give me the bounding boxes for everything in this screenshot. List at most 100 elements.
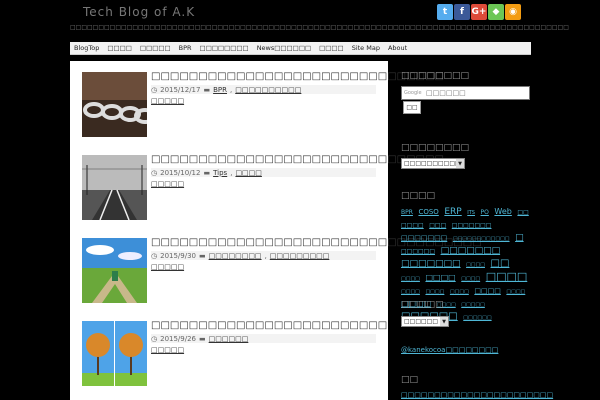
post-title[interactable]: □□□□□□□□□□□□□□□□□□□□□□□□□ [151,320,387,331]
category-heading: □□□□□ [401,300,444,310]
twitter-icon[interactable]: t [437,4,453,20]
post-thumbnail[interactable] [82,238,147,303]
nav-item-archive[interactable]: □□□□□□□□ [196,44,253,52]
social-links: t f G+ ◆ ◉ [437,4,521,20]
nav-item-news[interactable]: News□□□□□□ [253,44,315,52]
post-meta: ◷ 2015/10/12 ▬ Tips, □□□□ [151,168,376,177]
post-list: □□□□□□□□□□□□□□□□□□□□□□□□□□□□□□□ ◷ 2015/12/… [70,61,482,400]
google-logo: Google [404,90,422,96]
tag-link[interactable]: □□□□ [425,273,455,282]
search-heading: □□□□□□□□ [401,71,470,81]
tag-link[interactable]: □□ [491,258,510,269]
tag-link[interactable]: □□□□ [401,222,424,229]
tag-link[interactable]: □□□□□□ [401,248,435,255]
post-entry: □□□□□□□□□□□□□□□□□□□□□□□□□□□□□□□□□□□ ◷ 2015… [82,237,482,304]
post-entry: □□□□□□□□□□□□□□□□□□□□□□□□□ ◷ 2015/9/26 ▬ □□□□… [82,320,387,387]
post-category-link[interactable]: □□□□□□ [209,335,249,343]
tag-link[interactable]: □□ [517,209,528,216]
folder-icon: ▬ [199,251,206,260]
tag-link[interactable]: ERP [444,207,461,217]
rss-icon[interactable]: ◉ [505,4,521,20]
tag-link[interactable]: □□□□ [425,289,444,295]
tag-link[interactable]: □□□□□□□ [401,259,461,269]
tag-link[interactable]: □□□ [429,222,446,229]
post-category-link[interactable]: □□□□□□□□ [209,252,262,260]
post-date: 2015/9/26 [160,334,197,343]
category-select[interactable]: □□□□□□ ▼ [401,316,449,327]
clock-icon: ◷ [151,334,158,343]
last-heading: □□ [401,375,419,385]
folder-icon: ▬ [203,85,211,94]
googleplus-icon[interactable]: G+ [471,4,487,20]
post-category-link[interactable]: Tips [213,169,227,177]
clock-icon: ◷ [151,168,158,177]
post-category-link[interactable]: □□□□ [235,169,261,177]
tag-link[interactable]: □□□□ [486,270,528,283]
nav-item-about[interactable]: About [384,44,411,52]
post-date: 2015/9/30 [160,251,197,260]
twitter-profile-link[interactable]: @kanekocoa□□□□□□□□ [401,346,498,354]
post-category-link[interactable]: □□□□□□□□□ [270,252,330,260]
tag-link[interactable]: □□□□ [401,289,420,295]
tag-link[interactable]: □□□□ [506,289,525,295]
tag-link[interactable]: □□□□□□□□□□□□ [453,236,510,242]
tag-link[interactable]: □□□□ [474,287,500,295]
nav-item-contact[interactable]: □□□□ [315,44,348,52]
tag-link[interactable]: □□□□ [401,276,420,282]
post-thumbnail[interactable] [82,72,147,137]
post-category-link[interactable]: □□□□□□□□□□ [235,86,301,94]
tag-link[interactable]: □□□□□ [461,302,485,308]
tag-link[interactable]: □□□□□□□ [441,246,501,256]
facebook-icon[interactable]: f [454,4,470,20]
tag-link[interactable]: BPR [401,209,413,216]
post-date: 2015/12/17 [160,85,201,94]
post-title[interactable]: □□□□□□□□□□□□□□□□□□□□□□□□□□□□□□□ [151,71,444,82]
tags-heading: □□□□ [401,191,436,201]
nav-item-category[interactable]: □□□□□ [136,44,175,52]
read-more-link[interactable]: □□□□□ [151,97,184,105]
clock-icon: ◷ [151,251,158,260]
tag-link[interactable]: □□□□□□□ [401,234,447,242]
search-box[interactable]: Google [401,86,530,100]
tag-link[interactable]: ITS [467,210,475,216]
archive-heading: □□□□□□□□ [401,143,470,153]
read-more-link[interactable]: □□□□□ [151,180,184,188]
nav-item-sitemap[interactable]: Site Map [348,44,384,52]
post-entry: □□□□□□□□□□□□□□□□□□□□□□□□□□□□□□□ ◷ 2015/12/… [82,71,444,138]
tag-link[interactable]: PO [481,209,489,216]
tag-link[interactable]: □ [515,233,524,243]
tag-link[interactable]: □□□□ [450,289,469,295]
feedly-icon[interactable]: ◆ [488,4,504,20]
site-title[interactable]: Tech Blog of A.K [83,5,195,19]
nav-item-bpr[interactable]: BPR [175,44,196,52]
post-thumbnail[interactable] [82,321,147,386]
search-button[interactable]: □□ [403,101,421,114]
clock-icon: ◷ [151,85,158,94]
tag-link[interactable]: □□□□□□□ [452,222,492,229]
site-description: □□□□□□□□□□□□□□□□□□□□□□□□□□□□□□□□□□□□□□□□… [70,24,569,31]
post-meta: ◷ 2015/9/30 ▬ □□□□□□□□, □□□□□□□□□ [151,251,376,260]
tag-link[interactable]: □□□□ [466,262,485,268]
nav-item-blogtop[interactable]: BlogTop [70,44,103,52]
chevron-down-icon: ▼ [456,159,464,168]
folder-icon: ▬ [199,334,206,343]
search-input[interactable] [426,88,526,98]
folder-icon: ▬ [203,168,211,177]
post-category-link[interactable]: BPR [213,86,227,94]
archive-select[interactable]: □□□□□□□□□□ ▼ [401,158,465,169]
read-more-link[interactable]: □□□□□ [151,346,184,354]
main-nav: BlogTop □□□□ □□□□□ BPR □□□□□□□□ News□□□□□□ □□□… [70,42,531,55]
post-entry: □□□□□□□□□□□□□□□□□□□□□□□□□□□□□□□ ◷ 2015/10/… [82,154,444,221]
tag-link[interactable]: □□□□□□ [463,315,491,321]
post-date: 2015/10/12 [160,168,201,177]
tag-link[interactable]: Web [494,207,511,216]
archive-select-value: □□□□□□□□□□ [404,160,461,167]
tag-link[interactable]: □□□□ [461,276,480,282]
read-more-link[interactable]: □□□□□ [151,263,184,271]
category-select-value: □□□□□□ [404,318,439,325]
post-title[interactable]: □□□□□□□□□□□□□□□□□□□□□□□□□□□□□□□ [151,154,444,165]
sidebar-link[interactable]: □□□□□□□□□□□□□□□□□□□□□□□ [401,391,553,399]
nav-item-about-blog[interactable]: □□□□ [103,44,136,52]
post-thumbnail[interactable] [82,155,147,220]
tag-link[interactable]: COSO [418,208,438,216]
